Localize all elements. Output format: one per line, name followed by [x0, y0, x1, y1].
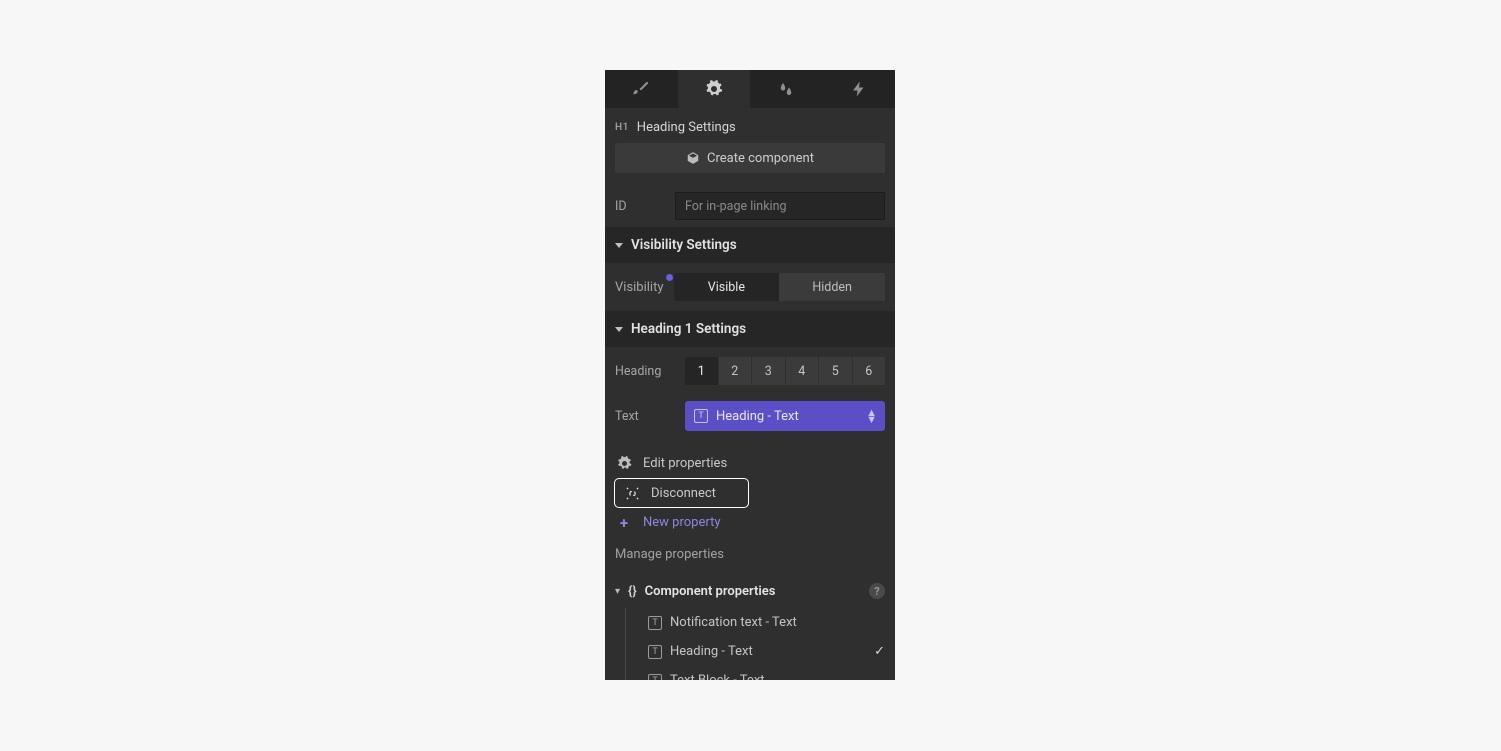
brush-icon: [632, 80, 650, 98]
heading-level-label: Heading: [615, 364, 675, 379]
stepper-arrows-icon: ▲▼: [866, 409, 877, 423]
settings-panel: H1 Heading Settings Create component ID …: [605, 70, 895, 680]
component-property-label: Text Block - Text: [670, 673, 765, 680]
heading-level-1[interactable]: 1: [685, 357, 719, 385]
heading-level-4[interactable]: 4: [786, 357, 820, 385]
disconnect-label: Disconnect: [651, 486, 716, 501]
element-tag: H1: [615, 122, 629, 133]
visibility-toggle: Visible Hidden: [674, 273, 886, 301]
panel-tabs: [605, 70, 895, 108]
heading-level-3[interactable]: 3: [752, 357, 786, 385]
component-properties-header[interactable]: ▾ {} Component properties ?: [605, 574, 895, 608]
caret-down-icon: ▾: [615, 586, 620, 597]
caret-down-icon: [615, 327, 623, 332]
visibility-section-title: Visibility Settings: [631, 237, 737, 253]
text-binding-row: Text T Heading - Text ▲▼: [605, 395, 895, 443]
create-component-button[interactable]: Create component: [615, 143, 885, 173]
heading-level-5[interactable]: 5: [819, 357, 853, 385]
heading-level-6[interactable]: 6: [853, 357, 886, 385]
component-property-item[interactable]: T Notification text - Text: [648, 608, 895, 637]
panel-title: Heading Settings: [637, 120, 736, 135]
plus-icon: +: [615, 514, 633, 532]
component-properties-list: T Notification text - Text T Heading - T…: [625, 608, 895, 680]
check-icon: ✓: [874, 644, 885, 659]
gear-icon: [705, 80, 723, 98]
gear-icon: [615, 456, 633, 471]
text-binding-value: Heading - Text: [716, 409, 799, 424]
text-binding-chip[interactable]: T Heading - Text ▲▼: [685, 401, 885, 431]
cube-icon: [686, 151, 700, 165]
component-properties-title: Component properties: [645, 584, 776, 599]
id-row: ID: [605, 185, 895, 227]
text-type-icon: T: [648, 645, 662, 659]
new-property-item[interactable]: + New property: [615, 508, 895, 537]
component-property-label: Heading - Text: [670, 644, 753, 659]
unlink-icon: [623, 486, 641, 501]
bolt-icon: [850, 80, 868, 98]
manage-properties-label: Manage properties: [605, 543, 895, 574]
new-property-label: New property: [643, 515, 720, 530]
heading-level-2[interactable]: 2: [719, 357, 753, 385]
caret-down-icon: [615, 243, 623, 248]
property-context-menu: Edit properties Disconnect + New propert…: [605, 443, 895, 543]
visibility-option-visible[interactable]: Visible: [674, 273, 780, 301]
component-property-item[interactable]: T Heading - Text ✓: [648, 637, 895, 666]
id-input[interactable]: [675, 192, 885, 220]
edit-properties-item[interactable]: Edit properties: [615, 449, 895, 478]
visibility-label: Visibility: [615, 280, 664, 295]
tab-interactions[interactable]: [823, 70, 896, 108]
text-label: Text: [615, 409, 675, 424]
tab-style[interactable]: [605, 70, 678, 108]
id-label: ID: [615, 199, 675, 214]
text-type-icon: T: [648, 674, 662, 681]
visibility-option-hidden[interactable]: Hidden: [779, 273, 885, 301]
component-property-item[interactable]: T Text Block - Text: [648, 666, 895, 680]
help-icon[interactable]: ?: [869, 583, 885, 599]
text-type-icon: T: [694, 409, 708, 423]
binding-indicator-dot: [666, 274, 673, 281]
create-component-label: Create component: [707, 151, 814, 166]
heading-level-row: Heading 1 2 3 4 5 6: [605, 347, 895, 395]
heading-level-group: 1 2 3 4 5 6: [685, 357, 885, 385]
visibility-section-header[interactable]: Visibility Settings: [605, 227, 895, 263]
visibility-row: Visibility Visible Hidden: [605, 263, 895, 311]
heading1-section-title: Heading 1 Settings: [631, 321, 746, 337]
heading1-section-header[interactable]: Heading 1 Settings: [605, 311, 895, 347]
text-type-icon: T: [648, 616, 662, 630]
component-property-label: Notification text - Text: [670, 615, 797, 630]
tab-settings[interactable]: [678, 70, 751, 108]
tab-effects[interactable]: [750, 70, 823, 108]
drops-icon: [777, 80, 795, 98]
panel-header: H1 Heading Settings: [605, 108, 895, 143]
edit-properties-label: Edit properties: [643, 456, 727, 471]
disconnect-item[interactable]: Disconnect: [614, 478, 749, 508]
braces-icon: {}: [628, 584, 637, 599]
